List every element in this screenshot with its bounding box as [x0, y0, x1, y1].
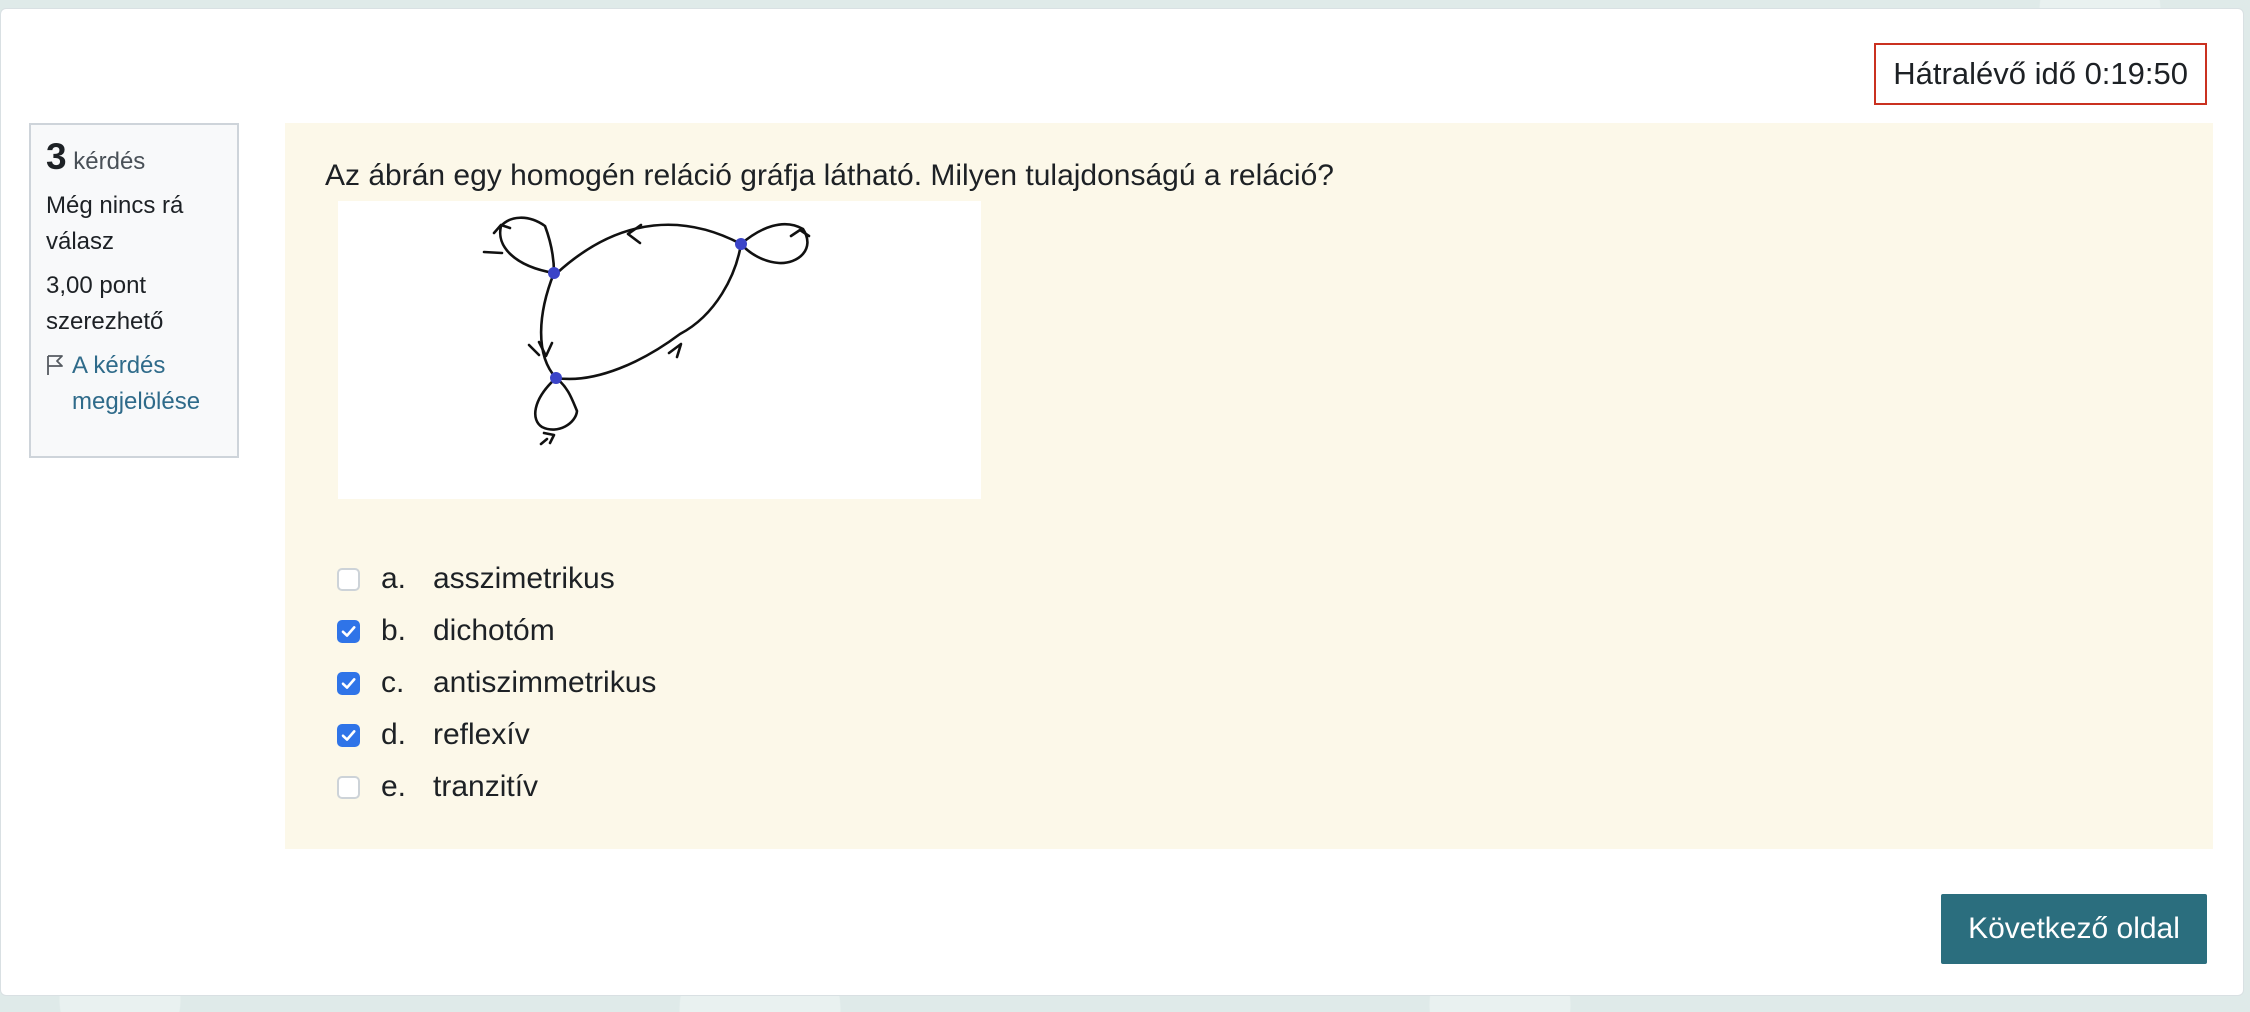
answer-option-b[interactable]: b. dichotóm [337, 605, 656, 657]
answer-label: dichotóm [433, 614, 555, 647]
quiz-card: Hátralévő idő 0:19:50 3 kérdés Még nincs… [0, 8, 2244, 996]
question-status: Még nincs rá válasz [46, 192, 184, 255]
graph-nodes [548, 238, 747, 384]
answer-label: asszimetrikus [433, 562, 615, 595]
answer-list: a. asszimetrikus b. dichotóm c. antiszim… [337, 553, 656, 813]
next-page-button[interactable]: Következő oldal [1941, 894, 2207, 964]
flag-icon [46, 348, 66, 387]
checkmark-icon [341, 625, 356, 637]
flag-question-link[interactable]: A kérdés megjelölése [46, 348, 222, 420]
answer-option-d[interactable]: d. reflexív [337, 709, 656, 761]
answer-checkbox-e[interactable] [337, 775, 360, 799]
flag-question-label: A kérdés megjelölése [72, 352, 201, 415]
answer-letter: b. [381, 614, 407, 647]
answer-option-e[interactable]: e. tranzitív [337, 761, 656, 813]
question-points: 3,00 pont szerezhető [46, 272, 164, 335]
answer-label: tranzitív [433, 770, 539, 803]
checkmark-icon [341, 677, 356, 689]
answer-label: antiszimmetrikus [433, 666, 657, 699]
answer-option-a[interactable]: a. asszimetrikus [337, 553, 656, 605]
question-text: Az ábrán egy homogén reláció gráfja láth… [325, 159, 1334, 192]
answer-option-c[interactable]: c. antiszimmetrikus [337, 657, 656, 709]
answer-letter: c. [381, 666, 405, 699]
answer-checkbox-d[interactable] [337, 723, 360, 747]
answer-checkbox-c[interactable] [337, 671, 360, 695]
answer-letter: e. [381, 770, 407, 803]
answer-checkbox-a[interactable] [337, 567, 360, 591]
question-info: 3 kérdés Még nincs rá válasz 3,00 pont s… [29, 123, 239, 458]
question-number: 3 [46, 136, 67, 177]
relation-graph-image [338, 201, 981, 499]
answer-letter: a. [381, 562, 407, 595]
question-number-row: 3 kérdés [46, 136, 222, 180]
question-number-label: kérdés [73, 148, 146, 175]
answer-label: reflexív [433, 718, 530, 751]
answer-letter: d. [381, 718, 407, 751]
question-content: Az ábrán egy homogén reláció gráfja láth… [285, 123, 2213, 849]
quiz-timer: Hátralévő idő 0:19:50 [1874, 43, 2207, 105]
checkmark-icon [341, 729, 356, 741]
answer-checkbox-b[interactable] [337, 619, 360, 643]
